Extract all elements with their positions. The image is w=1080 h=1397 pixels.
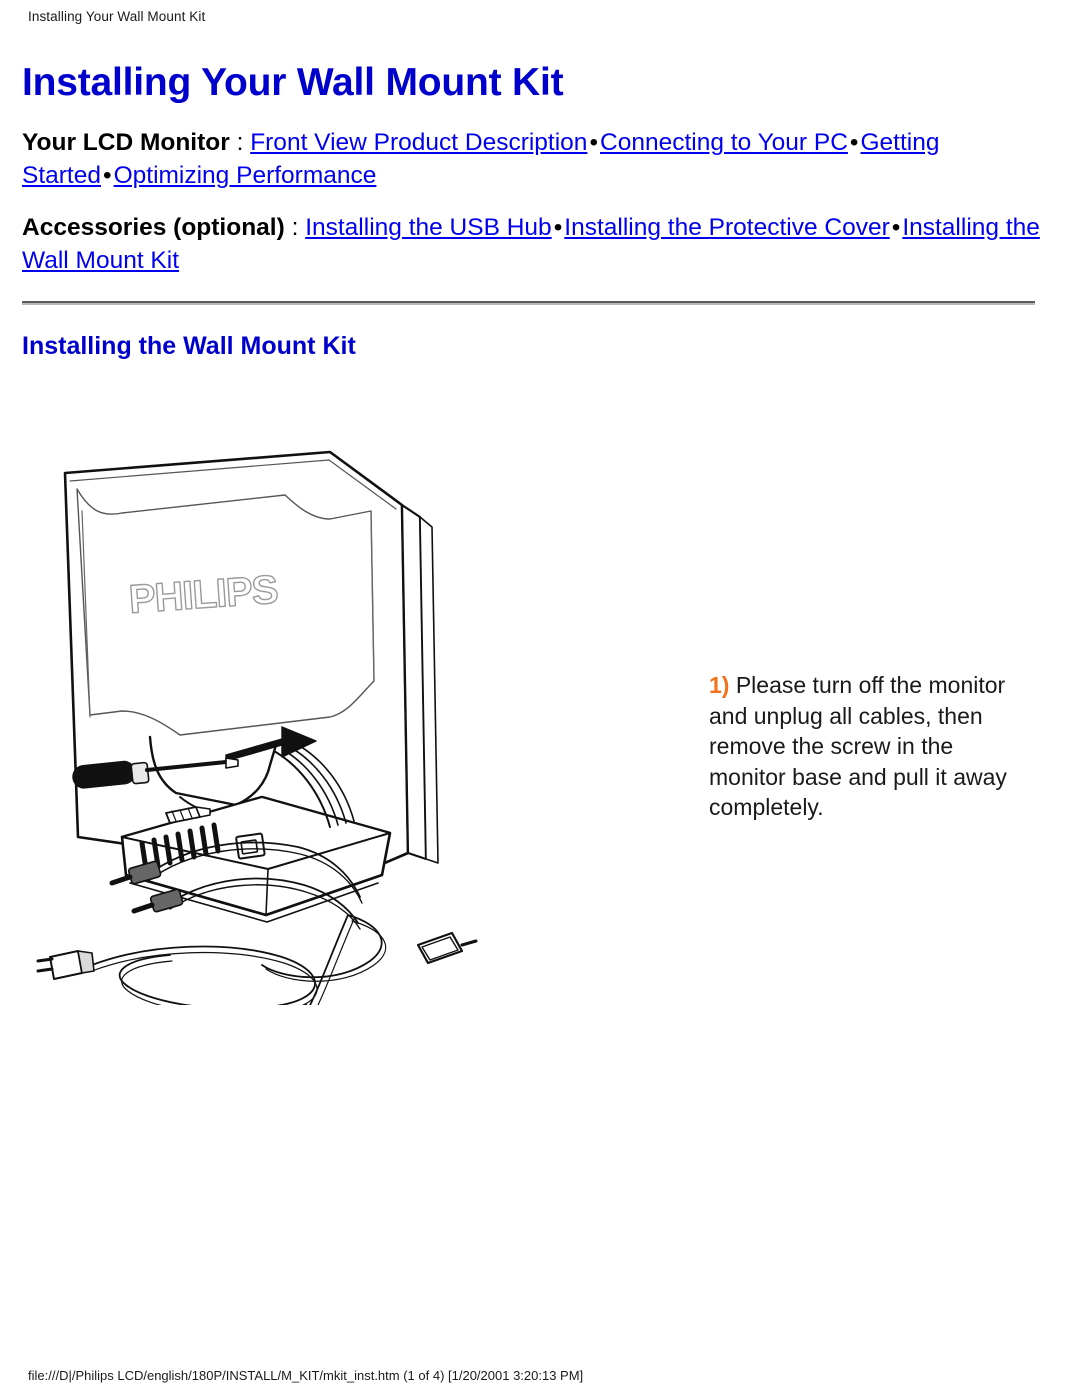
breadcrumb-label-accessories: Accessories (optional) bbox=[22, 214, 285, 241]
link-installing-the-usb-hub[interactable]: Installing the USB Hub bbox=[305, 214, 552, 241]
bullet-separator: • bbox=[849, 129, 859, 156]
bullet-separator: • bbox=[891, 214, 901, 241]
bullet-separator: • bbox=[103, 162, 112, 189]
running-header: Installing Your Wall Mount Kit bbox=[28, 9, 206, 24]
breadcrumb-label-monitor: Your LCD Monitor bbox=[22, 129, 230, 156]
bullet-separator: • bbox=[553, 214, 563, 241]
section-title: Installing the Wall Mount Kit bbox=[22, 332, 356, 360]
link-installing-the-protective-cover[interactable]: Installing the Protective Cover bbox=[564, 214, 889, 241]
breadcrumb-colon-1: : bbox=[229, 129, 251, 156]
dvi-connector bbox=[416, 931, 478, 965]
step-number: 1) bbox=[709, 672, 730, 698]
monitor-illustration-svg: PHILIPS bbox=[36, 450, 478, 1005]
breadcrumb-colon-2: : bbox=[284, 214, 306, 241]
link-front-view-product-description[interactable]: Front View Product Description bbox=[250, 129, 587, 156]
horizontal-divider bbox=[22, 301, 1035, 305]
audio-jack-2 bbox=[131, 888, 184, 914]
figure-block: PHILIPS 1) Please turn off the monitor a… bbox=[0, 395, 1080, 1015]
page-title: Installing Your Wall Mount Kit bbox=[22, 61, 564, 104]
bullet-separator: • bbox=[589, 129, 599, 156]
monitor-illustration: PHILIPS bbox=[30, 445, 670, 1005]
link-connecting-to-your-pc[interactable]: Connecting to Your PC bbox=[600, 129, 848, 156]
breadcrumb-accessories: Accessories (optional) : Installing the … bbox=[22, 211, 1047, 277]
power-plug bbox=[36, 950, 95, 980]
breadcrumb-your-lcd-monitor: Your LCD Monitor : Front View Product De… bbox=[22, 126, 1047, 192]
page-footer-path: file:///D|/Philips LCD/english/180P/INST… bbox=[28, 1368, 584, 1383]
document-content: Installing Your Wall Mount Kit Your LCD … bbox=[22, 60, 1052, 361]
step-text: Please turn off the monitor and unplug a… bbox=[709, 672, 1007, 820]
link-optimizing-performance[interactable]: Optimizing Performance bbox=[114, 162, 377, 189]
instruction-step-1: 1) Please turn off the monitor and unplu… bbox=[709, 670, 1009, 823]
